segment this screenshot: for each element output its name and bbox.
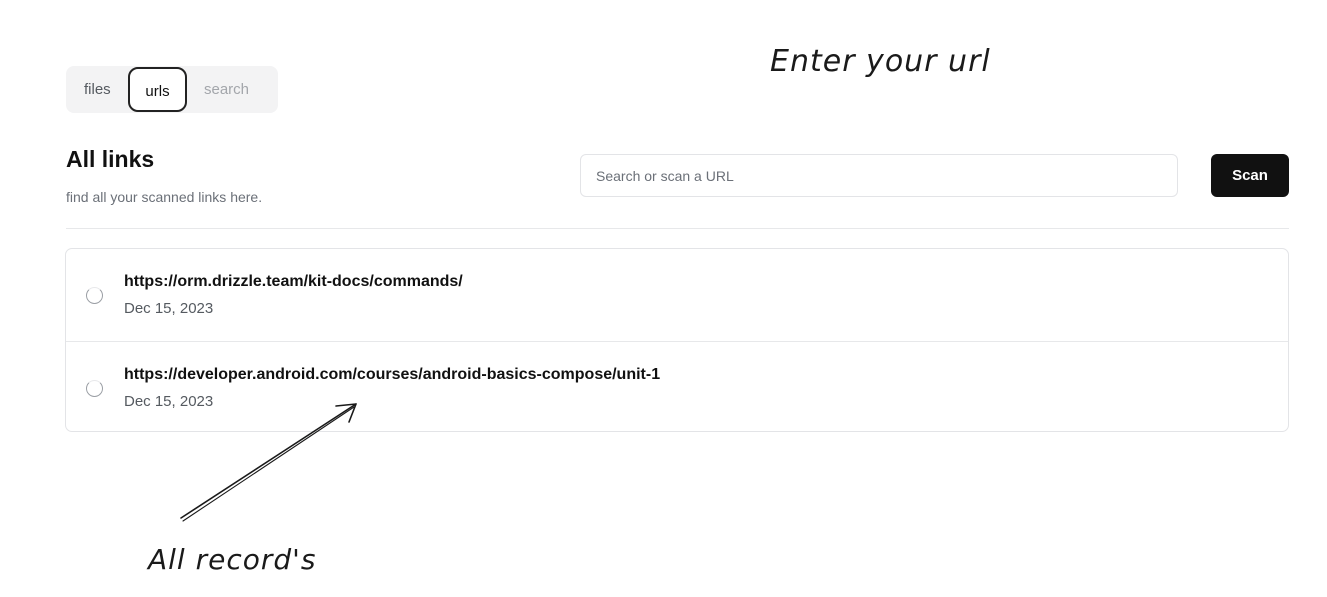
annotation-all-records: All record's (148, 543, 317, 576)
tab-search[interactable]: search (204, 66, 249, 113)
header-divider (66, 228, 1289, 229)
link-date: Dec 15, 2023 (124, 300, 214, 317)
tab-bar: files urls search (66, 66, 278, 113)
tab-files[interactable]: files (84, 66, 111, 113)
list-item[interactable]: https://orm.drizzle.team/kit-docs/comman… (66, 249, 1288, 341)
radio-circle-icon[interactable] (86, 380, 103, 397)
page-subtitle: find all your scanned links here. (66, 189, 263, 205)
link-url: https://orm.drizzle.team/kit-docs/comman… (124, 273, 463, 290)
search-input[interactable] (580, 154, 1178, 197)
link-date: Dec 15, 2023 (124, 393, 214, 410)
list-item[interactable]: https://developer.android.com/courses/an… (66, 341, 1288, 431)
annotation-enter-url: Enter your url (770, 44, 991, 79)
radio-circle-icon[interactable] (86, 287, 103, 304)
link-url: https://developer.android.com/courses/an… (124, 366, 661, 383)
page-title: All links (66, 146, 155, 172)
tab-urls[interactable]: urls (128, 67, 187, 112)
links-list: https://orm.drizzle.team/kit-docs/comman… (65, 248, 1289, 432)
page: files urls search Enter your url All lin… (0, 0, 1327, 597)
scan-button[interactable]: Scan (1211, 154, 1289, 197)
